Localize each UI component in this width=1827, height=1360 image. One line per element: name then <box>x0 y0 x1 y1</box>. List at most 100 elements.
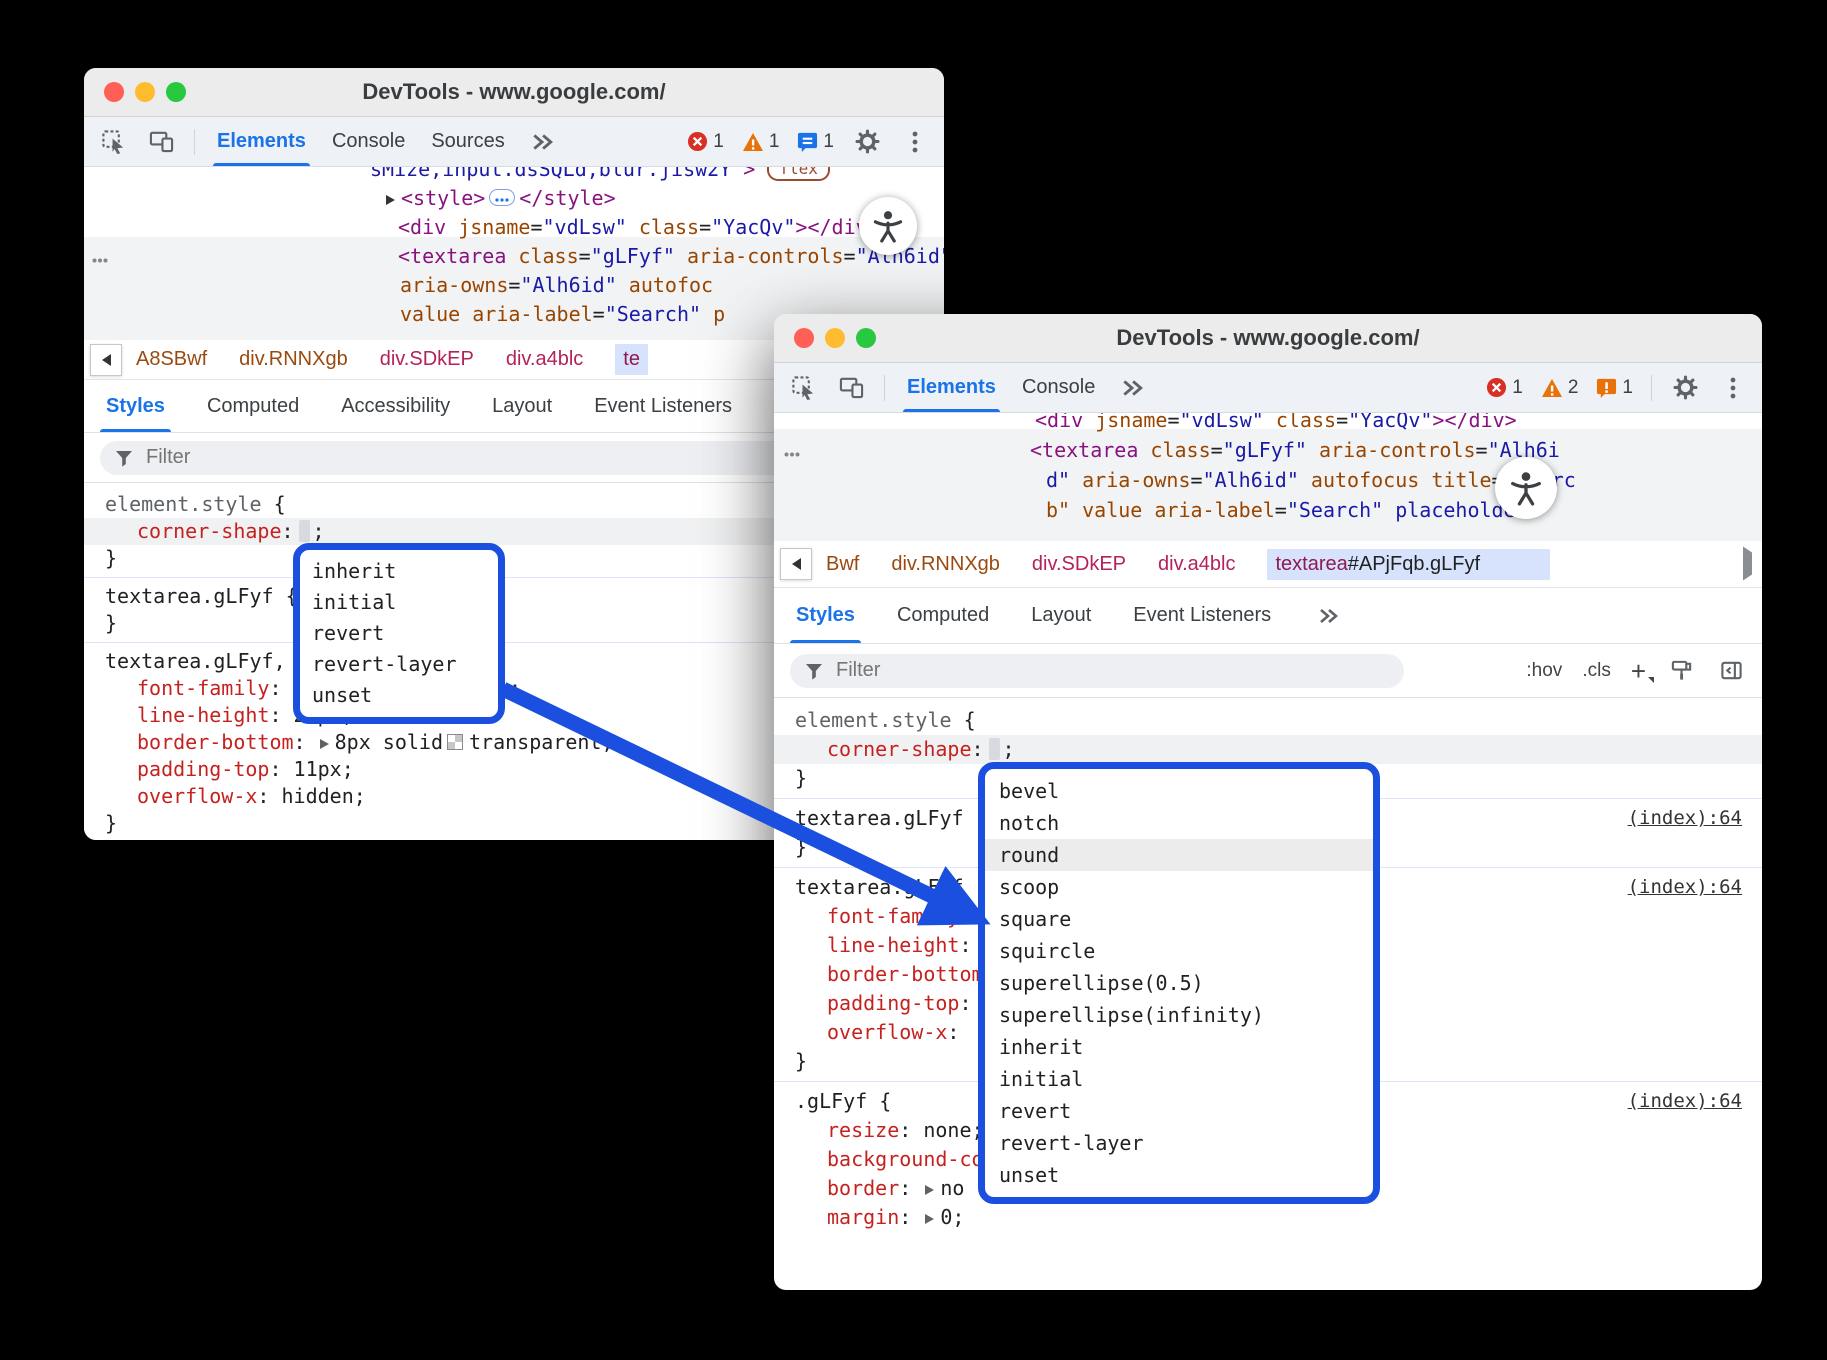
breadcrumb-item[interactable]: div.SDkEP <box>1032 553 1126 576</box>
breadcrumb-item[interactable]: div.RNNXgb <box>239 348 348 371</box>
dropdown-item[interactable]: unset <box>985 1159 1373 1191</box>
transparent-color-swatch[interactable] <box>447 734 463 750</box>
error-badge[interactable]: 1 <box>687 131 724 153</box>
gear-icon[interactable] <box>1670 373 1700 403</box>
toggle-hover-state-button[interactable]: :hov <box>1526 660 1562 682</box>
close-button[interactable] <box>104 82 124 102</box>
tab-layout[interactable]: Layout <box>492 380 552 432</box>
dropdown-item[interactable]: bevel <box>985 775 1373 807</box>
tab-layout[interactable]: Layout <box>1031 588 1091 643</box>
breadcrumb-next-icon[interactable] <box>1743 553 1752 576</box>
dropdown-item[interactable]: inherit <box>985 1031 1373 1063</box>
breadcrumb-item[interactable]: div.SDkEP <box>380 348 474 371</box>
error-badge[interactable]: 1 <box>1486 377 1523 399</box>
issues-badge[interactable]: 1 <box>1596 377 1633 399</box>
tab-sources[interactable]: Sources <box>427 117 508 166</box>
new-style-rule-button[interactable]: + <box>1631 661 1646 681</box>
dropdown-item[interactable]: superellipse(infinity) <box>985 999 1373 1031</box>
warning-badge[interactable]: 1 <box>742 131 780 153</box>
issues-badge[interactable]: 1 <box>797 131 834 153</box>
dropdown-item-selected[interactable]: round <box>985 839 1373 871</box>
minimize-button[interactable] <box>825 328 845 348</box>
source-link[interactable]: (index):64 <box>1628 804 1742 833</box>
code-line[interactable]: <div jsname="vdLsw" class="YacQv"></div> <box>774 413 1762 435</box>
breadcrumb-item[interactable]: div.a4blc <box>1158 553 1235 576</box>
titlebar[interactable]: DevTools - www.google.com/ <box>774 314 1762 363</box>
tab-elements[interactable]: Elements <box>903 363 1000 412</box>
dropdown-item[interactable]: revert-layer <box>300 649 498 680</box>
inline-style-more-icon[interactable] <box>489 189 515 206</box>
code-line[interactable]: aria-owns="Alh6id" autofoc <box>84 271 944 300</box>
minimize-button[interactable] <box>135 82 155 102</box>
expand-triangle-icon[interactable] <box>386 195 395 205</box>
source-link[interactable]: (index):64 <box>1628 873 1742 902</box>
titlebar[interactable]: DevTools - www.google.com/ <box>84 68 944 117</box>
property-line[interactable]: margin: 0; <box>774 1203 1762 1232</box>
zoom-button[interactable] <box>856 328 876 348</box>
inspect-icon[interactable] <box>98 127 128 157</box>
toggle-class-button[interactable]: .cls <box>1582 660 1611 682</box>
dropdown-item[interactable]: squircle <box>985 935 1373 967</box>
dropdown-item[interactable]: revert <box>300 618 498 649</box>
dropdown-item[interactable]: scoop <box>985 871 1373 903</box>
code-line[interactable]: <style></style> <box>84 184 944 213</box>
dropdown-item[interactable]: square <box>985 903 1373 935</box>
accessibility-person-icon[interactable] <box>1495 457 1557 519</box>
warning-badge[interactable]: 2 <box>1541 377 1579 399</box>
tab-event-listeners[interactable]: Event Listeners <box>1133 588 1271 643</box>
code-line[interactable]: <textarea class="gLFyf" aria-controls="A… <box>84 242 944 271</box>
code-line[interactable]: <textarea class="gLFyf" aria-controls="A… <box>774 435 1762 465</box>
breadcrumb-back-icon[interactable] <box>90 344 122 376</box>
dropdown-item[interactable]: revert-layer <box>985 1127 1373 1159</box>
breadcrumb-item[interactable]: A8SBwf <box>136 348 207 371</box>
dropdown-item[interactable]: superellipse(0.5) <box>985 967 1373 999</box>
device-toolbar-icon[interactable] <box>146 127 176 157</box>
kebab-menu-icon[interactable] <box>1718 373 1748 403</box>
code-line[interactable]: sMize,input.dsSQLd,blur.jisw2Y">flex <box>84 167 944 184</box>
expand-triangle-icon[interactable] <box>925 1185 934 1195</box>
zoom-button[interactable] <box>166 82 186 102</box>
tab-console[interactable]: Console <box>1018 363 1099 412</box>
breadcrumb-item-selected[interactable]: textarea#APjFqb.gLFyf <box>1267 549 1550 580</box>
dropdown-item[interactable]: initial <box>985 1063 1373 1095</box>
more-tabs-icon[interactable] <box>1117 373 1147 403</box>
device-toolbar-icon[interactable] <box>836 373 866 403</box>
tab-accessibility[interactable]: Accessibility <box>341 380 450 432</box>
tab-console[interactable]: Console <box>328 117 409 166</box>
accessibility-person-icon[interactable] <box>859 197 917 255</box>
line-options-icon[interactable] <box>92 242 108 271</box>
close-button[interactable] <box>794 328 814 348</box>
tab-elements[interactable]: Elements <box>213 117 310 166</box>
code-line[interactable]: b" value aria-label="Search" placeholder <box>774 495 1762 525</box>
dropdown-item[interactable]: inherit <box>300 556 498 587</box>
breadcrumb-item[interactable]: div.a4blc <box>506 348 583 371</box>
breadcrumb-item[interactable]: div.RNNXgb <box>891 553 1000 576</box>
filter-input[interactable] <box>834 658 1390 683</box>
more-tabs-icon[interactable] <box>1313 601 1343 631</box>
expand-triangle-icon[interactable] <box>320 739 329 749</box>
breadcrumb-item[interactable]: Bwf <box>826 553 859 576</box>
gear-icon[interactable] <box>852 127 882 157</box>
line-options-icon[interactable] <box>784 435 800 465</box>
tab-event-listeners[interactable]: Event Listeners <box>594 380 732 432</box>
more-tabs-icon[interactable] <box>527 127 557 157</box>
source-link[interactable]: (index):64 <box>1628 1087 1742 1116</box>
code-line[interactable]: <div jsname="vdLsw" class="YacQv"></div> <box>84 213 944 242</box>
breadcrumb-back-icon[interactable] <box>780 548 812 580</box>
style-filter[interactable] <box>790 654 1404 688</box>
breadcrumb-item-selected[interactable]: te <box>615 344 648 375</box>
property-line[interactable]: corner-shape:; <box>774 735 1762 764</box>
rule-selector-line[interactable]: element.style { <box>774 706 1762 735</box>
kebab-menu-icon[interactable] <box>900 127 930 157</box>
dropdown-item[interactable]: unset <box>300 680 498 711</box>
toggle-sidebar-icon[interactable] <box>1716 656 1746 686</box>
flex-badge[interactable]: flex <box>767 167 830 181</box>
dropdown-item[interactable]: notch <box>985 807 1373 839</box>
tab-computed[interactable]: Computed <box>207 380 299 432</box>
tab-computed[interactable]: Computed <box>897 588 989 643</box>
expand-triangle-icon[interactable] <box>925 1214 934 1224</box>
tab-styles[interactable]: Styles <box>106 380 165 432</box>
dropdown-item[interactable]: revert <box>985 1095 1373 1127</box>
paint-roller-icon[interactable] <box>1666 656 1696 686</box>
dropdown-item[interactable]: initial <box>300 587 498 618</box>
